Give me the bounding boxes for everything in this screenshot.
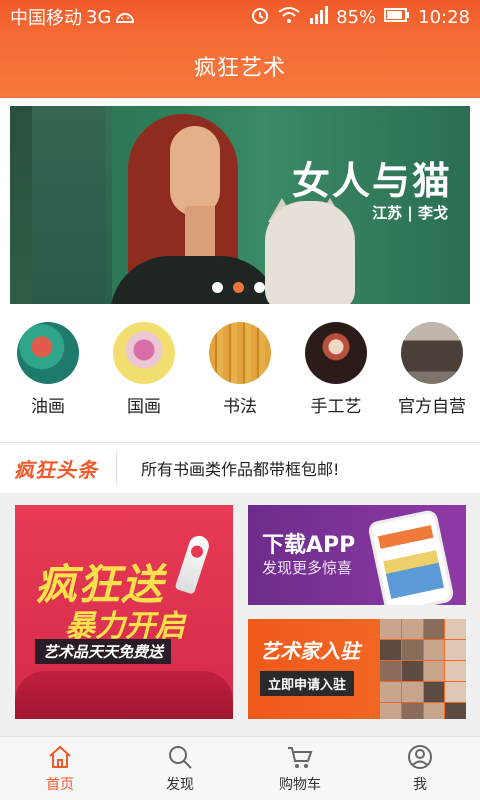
search-icon xyxy=(169,745,192,769)
headline-text[interactable]: 所有书画类作品都带框包邮! xyxy=(117,456,339,480)
tab-label: 发现 xyxy=(166,776,194,793)
promo-app-subtitle: 发现更多惊喜 xyxy=(262,559,353,577)
clock-time: 10:28 xyxy=(418,6,470,28)
category-calligraphy[interactable]: 书法 xyxy=(192,322,288,422)
category-label: 书法 xyxy=(223,397,257,417)
painting-figure-face xyxy=(170,126,220,216)
promo-artist-title: 艺术家入驻 xyxy=(260,639,360,663)
phone-screen xyxy=(377,525,445,599)
category-label: 国画 xyxy=(127,397,161,417)
alarm-icon xyxy=(250,5,270,30)
banner-decoration xyxy=(32,106,112,304)
phone-icon xyxy=(366,508,456,605)
painting-cat xyxy=(265,201,355,304)
category-label: 油画 xyxy=(31,397,65,417)
tab-discover[interactable]: 发现 xyxy=(120,737,240,800)
category-handicraft[interactable]: 手工艺 xyxy=(288,322,384,422)
wifi-icon xyxy=(278,6,300,29)
category-official-store[interactable]: 官方自营 xyxy=(384,322,480,422)
page-title: 疯狂艺术 xyxy=(193,56,286,81)
banner-title: 女人与猫 xyxy=(291,158,452,203)
rocket-icon xyxy=(174,533,212,595)
carrier-name: 中国移动 xyxy=(10,8,82,29)
headline-bar[interactable]: 疯狂头条 所有书画类作品都带框包邮! xyxy=(0,443,480,493)
battery-icon xyxy=(384,7,410,28)
promo-tag: 艺术品天天免费送 xyxy=(35,639,172,664)
handicraft-thumbnail xyxy=(305,322,367,384)
calligraphy-thumbnail xyxy=(209,322,271,384)
banner-subtitle: 江苏 | 李戈 xyxy=(372,204,448,222)
bottom-tab-bar: 首页 发现 购物车 我 xyxy=(0,736,480,800)
category-oil-painting[interactable]: 油画 xyxy=(0,322,96,422)
carousel-dot-active[interactable] xyxy=(233,282,244,293)
chinese-painting-thumbnail xyxy=(113,322,175,384)
category-nav: 油画 国画 书法 手工艺 官方自营 xyxy=(0,322,480,422)
oil-painting-thumbnail xyxy=(17,322,79,384)
apply-join-button[interactable]: 立即申请入驻 xyxy=(260,671,355,696)
crowd-silhouette xyxy=(15,671,233,719)
carousel-dot[interactable] xyxy=(212,282,223,293)
network-type: 3G xyxy=(86,6,112,28)
headline-logo: 疯狂头条 xyxy=(14,457,98,482)
carousel-dot[interactable] xyxy=(254,282,265,293)
tab-home[interactable]: 首页 xyxy=(0,737,120,800)
promo-artist-join[interactable]: 艺术家入驻 立即申请入驻 xyxy=(248,619,466,719)
tab-cart[interactable]: 购物车 xyxy=(240,737,360,800)
home-icon xyxy=(49,745,71,768)
artist-photo-grid xyxy=(380,619,466,719)
app-header: 疯狂艺术 xyxy=(0,34,480,98)
category-label: 官方自营 xyxy=(398,397,466,417)
user-icon xyxy=(408,744,432,769)
promo-free-art[interactable]: 疯狂送 暴力开启 艺术品天天免费送 xyxy=(15,505,233,719)
promo-app-title: 下载APP xyxy=(262,533,356,558)
tab-label: 首页 xyxy=(46,776,74,793)
official-store-thumbnail xyxy=(401,322,463,384)
category-chinese-painting[interactable]: 国画 xyxy=(96,322,192,422)
carousel-indicator xyxy=(212,282,265,293)
signal-icon xyxy=(308,5,329,29)
android-icon xyxy=(115,7,135,28)
status-bar: 中国移动 3G 85% 10:28 xyxy=(0,0,480,34)
category-label: 手工艺 xyxy=(310,397,362,417)
promo-download-app[interactable]: 下载APP 发现更多惊喜 xyxy=(248,505,466,605)
tab-me[interactable]: 我 xyxy=(360,737,480,800)
battery-percent: 85% xyxy=(336,6,377,28)
tab-label: 购物车 xyxy=(279,776,321,793)
cart-icon xyxy=(288,746,313,768)
banner-carousel[interactable]: 女人与猫 江苏 | 李戈 xyxy=(10,106,470,304)
tab-label: 我 xyxy=(413,776,427,793)
